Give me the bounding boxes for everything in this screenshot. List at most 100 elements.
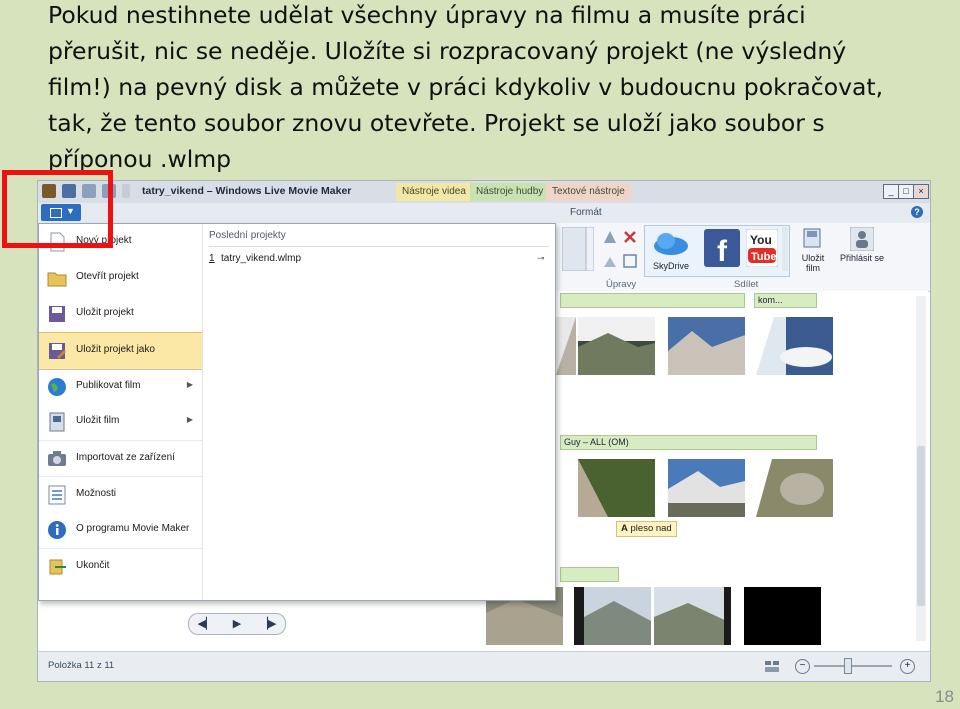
video-clip[interactable]: [756, 459, 833, 517]
video-clip[interactable]: [668, 459, 745, 517]
menu-item-label: Ukončit: [76, 560, 110, 571]
menu-item-label: O programu Movie Maker: [76, 523, 190, 534]
skydrive-icon[interactable]: [652, 229, 690, 257]
menu-item-publish-movie[interactable]: Publikovat film ▶: [39, 368, 202, 405]
rotate-icon[interactable]: [602, 229, 618, 245]
file-menu: Nový projekt Otevřít projekt Uložit proj…: [38, 223, 556, 601]
menu-item-label: Uložit projekt: [76, 307, 134, 318]
sign-in-icon[interactable]: [850, 227, 874, 251]
storyboard-view-icon[interactable]: [764, 658, 780, 674]
menu-item-save-project-as[interactable]: Uložit projekt jako: [39, 332, 202, 370]
sign-in-label: Přihlásit se: [839, 253, 884, 263]
music-track-label[interactable]: kom...: [754, 293, 817, 308]
pin-icon[interactable]: ⊸: [537, 253, 545, 264]
slide-line: film!) na pevný disk a můžete v práci kd…: [48, 73, 884, 101]
movie-maker-window: tatry_vikend – Windows Live Movie Maker …: [37, 180, 931, 682]
remove-icon[interactable]: [622, 229, 638, 245]
save-movie-label: Uložit film: [801, 253, 825, 273]
help-icon[interactable]: ?: [911, 206, 923, 218]
menu-item-save-project[interactable]: Uložit projekt: [39, 296, 202, 332]
group-label-share: Sdílet: [734, 279, 759, 290]
exit-icon: [49, 559, 66, 575]
tab-text-tools[interactable]: Textové nástroje: [546, 183, 631, 201]
slide-line: Pokud nestihnete udělat všechny úpravy n…: [48, 1, 806, 29]
customize-toolbar-icon[interactable]: [122, 184, 130, 198]
item-count: Položka 11 z 11: [48, 660, 115, 671]
menu-item-exit[interactable]: Ukončit: [39, 548, 202, 585]
slide-number: 18: [935, 687, 954, 706]
zoom-in-icon[interactable]: +: [900, 659, 915, 674]
music-track-label[interactable]: Guy – ALL (OM): [560, 435, 817, 450]
close-button[interactable]: ×: [913, 184, 929, 199]
slide-line: přerušit, nic se neděje. Uložíte si rozp…: [48, 37, 847, 65]
vertical-scrollbar[interactable]: [916, 296, 926, 641]
file-menu-commands: Nový projekt Otevřít projekt Uložit proj…: [39, 224, 203, 600]
minimize-button[interactable]: _: [883, 184, 899, 199]
zoom-slider-handle[interactable]: [844, 658, 852, 674]
scrollbar-thumb[interactable]: [917, 446, 925, 606]
video-clip[interactable]: [668, 317, 745, 375]
music-track[interactable]: [560, 293, 745, 308]
trim-icon[interactable]: [622, 253, 638, 269]
video-clip[interactable]: [756, 317, 833, 375]
menu-item-label: Publikovat film: [76, 380, 141, 391]
submenu-arrow-icon: ▶: [186, 415, 193, 424]
zoom-out-icon[interactable]: −: [795, 659, 810, 674]
ribbon-tab-strip: ▼ Formát ?: [38, 203, 930, 224]
menu-item-open-project[interactable]: Otevřít projekt: [39, 260, 202, 296]
tab-format[interactable]: Formát: [570, 207, 602, 218]
video-clip-black[interactable]: [744, 587, 821, 645]
highlight-box: [2, 170, 113, 248]
status-bar: Položka 11 z 11 − +: [38, 651, 930, 681]
menu-item-save-movie[interactable]: Uložit film ▶: [39, 404, 202, 440]
video-clip[interactable]: [574, 587, 651, 645]
skydrive-label: SkyDrive: [652, 261, 689, 271]
facebook-icon[interactable]: f: [704, 229, 740, 267]
menu-item-label: Možnosti: [76, 488, 117, 499]
next-frame-button[interactable]: ▕▶: [253, 616, 283, 632]
save-as-icon: [49, 343, 66, 359]
camera-icon: [48, 451, 66, 466]
globe-icon: [48, 378, 66, 396]
svg-text:You: You: [750, 233, 772, 247]
info-icon: [48, 521, 66, 539]
save-icon: [49, 306, 65, 322]
open-folder-icon: [47, 272, 67, 287]
menu-item-about[interactable]: O programu Movie Maker: [39, 512, 202, 548]
tab-music-tools[interactable]: Nástroje hudby: [470, 183, 550, 201]
storyboard: kom... Guy – ALL (OM) A pleso nad: [486, 291, 928, 645]
music-track[interactable]: [560, 567, 619, 582]
slide-line: tak, že tento soubor znovu otevřete. Pro…: [48, 109, 825, 137]
menu-item-options[interactable]: Možnosti: [39, 476, 202, 513]
group-label-edits: Úpravy: [606, 279, 637, 290]
previous-frame-button[interactable]: ◀▏: [191, 616, 221, 632]
maximize-button[interactable]: □: [898, 184, 914, 199]
caption-text: pleso nad: [630, 523, 672, 534]
svg-text:Tube: Tube: [751, 251, 776, 263]
ribbon: Úpravy SkyDrive f You Tube Uložit film P…: [556, 223, 930, 292]
menu-item-label: Otevřít projekt: [76, 271, 139, 282]
recent-project-number: 1: [209, 253, 215, 264]
tab-video-tools[interactable]: Nástroje videa: [396, 183, 472, 201]
play-button[interactable]: ▶: [222, 616, 252, 632]
text-a-icon: A: [621, 523, 628, 534]
video-clip[interactable]: [578, 317, 655, 375]
video-clip[interactable]: [654, 587, 731, 645]
split-icon[interactable]: [602, 253, 618, 269]
playback-controls: ◀▏ ▶ ▕▶: [188, 613, 286, 635]
menu-item-import-from-device[interactable]: Importovat ze zařízení: [39, 440, 202, 477]
video-clip[interactable]: [578, 459, 655, 517]
slide-paragraph: Pokud nestihnete udělat všechny úpravy n…: [48, 0, 948, 177]
menu-item-label: Importovat ze zařízení: [76, 452, 175, 463]
youtube-icon[interactable]: You Tube: [746, 229, 778, 267]
save-movie-icon[interactable]: [802, 227, 824, 251]
submenu-arrow-icon: ▶: [186, 380, 193, 389]
caption-item[interactable]: A pleso nad: [616, 521, 677, 537]
options-icon: [48, 485, 66, 505]
divider: [209, 246, 549, 247]
zoom-slider-track[interactable]: [814, 665, 892, 667]
gallery-scroll[interactable]: [782, 227, 788, 271]
svg-text:f: f: [717, 235, 728, 267]
window-title: tatry_vikend – Windows Live Movie Maker: [142, 185, 352, 197]
ribbon-scroll-icon[interactable]: [562, 227, 594, 271]
